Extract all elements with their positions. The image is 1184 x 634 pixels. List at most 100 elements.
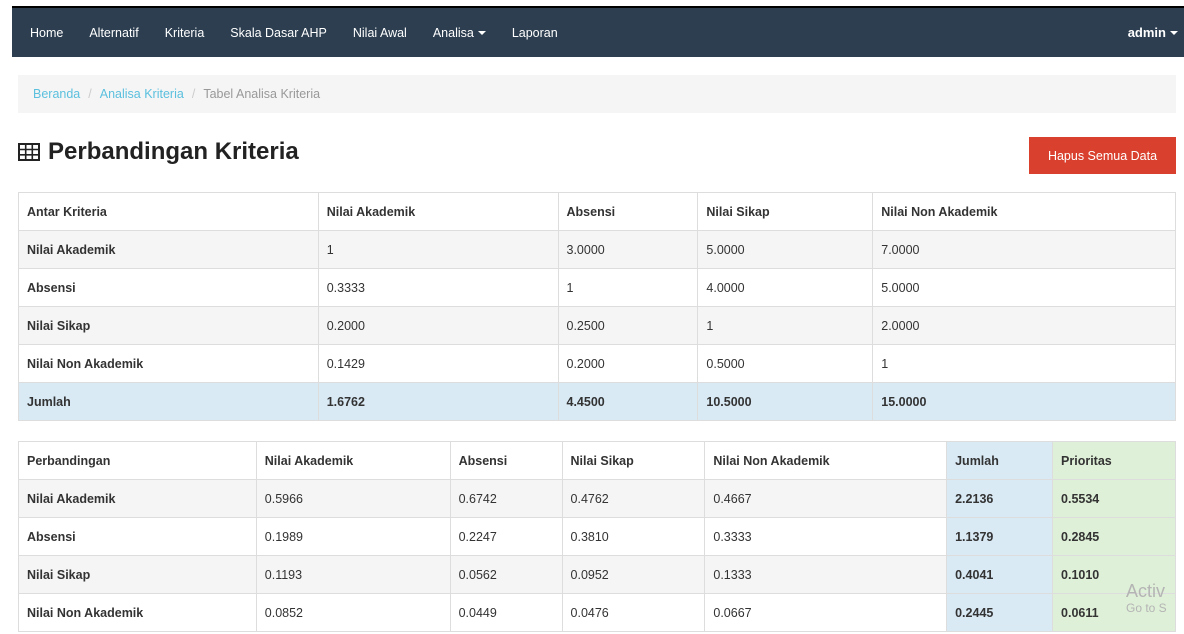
nav-skala-dasar-ahp[interactable]: Skala Dasar AHP	[217, 26, 340, 40]
breadcrumb-analisa-kriteria[interactable]: Analisa Kriteria	[100, 87, 184, 101]
total-cell: 1.6762	[317, 382, 559, 421]
nav-analisa-label: Analisa	[432, 25, 474, 40]
table-row: Nilai Sikap 0.1193 0.0562 0.0952 0.1333 …	[18, 555, 1176, 594]
table-cell: 0.2000	[317, 306, 559, 345]
table-header: Nilai Akademik	[255, 441, 451, 480]
nav-nilai-awal[interactable]: Nilai Awal	[340, 26, 420, 40]
breadcrumb: Beranda / Analisa Kriteria / Tabel Anali…	[18, 75, 1176, 113]
jumlah-cell: 0.2445	[946, 593, 1054, 632]
watermark-line1: Activ	[1126, 581, 1166, 601]
total-cell: 4.4500	[557, 382, 699, 421]
row-label: Nilai Non Akademik	[18, 593, 257, 632]
activate-windows-watermark: Activ Go to S	[1126, 581, 1167, 615]
table-cell: 7.0000	[872, 230, 1176, 269]
table-cell: 1	[697, 306, 874, 345]
table-cell: 1	[557, 268, 699, 307]
row-label: Nilai Sikap	[18, 306, 319, 345]
jumlah-cell: 1.1379	[946, 517, 1054, 556]
table-row: Nilai Akademik 1 3.0000 5.0000 7.0000	[18, 230, 1176, 269]
caret-down-icon	[477, 31, 486, 36]
table-header: Nilai Non Akademik	[704, 441, 948, 480]
table-cell: 0.6742	[449, 479, 563, 518]
table-cell: 0.2000	[557, 344, 699, 383]
table-cell: 0.1333	[704, 555, 948, 594]
page-title-text: Perbandingan Kriteria	[48, 138, 299, 165]
nav-analisa-dropdown[interactable]: Analisa	[420, 26, 499, 40]
breadcrumb-separator: /	[191, 87, 196, 101]
table-header: Nilai Non Akademik	[872, 192, 1176, 231]
total-row: Jumlah 1.6762 4.4500 10.5000 15.0000	[18, 382, 1176, 421]
table-cell: 0.2500	[557, 306, 699, 345]
row-label: Nilai Non Akademik	[18, 344, 319, 383]
table-cell: 0.0852	[255, 593, 451, 632]
row-label: Jumlah	[18, 382, 319, 421]
caret-down-icon	[1170, 30, 1178, 35]
table-header-row: Perbandingan Nilai Akademik Absensi Nila…	[18, 441, 1176, 480]
table-row: Absensi 0.3333 1 4.0000 5.0000	[18, 268, 1176, 307]
table-cell: 0.2247	[449, 517, 563, 556]
table-cell: 1	[317, 230, 559, 269]
table-cell: 0.5966	[255, 479, 451, 518]
table-row: Nilai Non Akademik 0.1429 0.2000 0.5000 …	[18, 344, 1176, 383]
row-label: Absensi	[18, 517, 257, 556]
breadcrumb-current: Tabel Analisa Kriteria	[203, 87, 321, 101]
row-label: Nilai Sikap	[18, 555, 257, 594]
user-menu[interactable]: admin	[1128, 8, 1178, 57]
nav-kriteria[interactable]: Kriteria	[152, 26, 218, 40]
table-header: Nilai Sikap	[697, 192, 874, 231]
breadcrumb-separator: /	[88, 87, 92, 101]
table-icon	[18, 143, 40, 161]
table-cell: 1	[872, 344, 1176, 383]
table-cell: 0.4667	[704, 479, 948, 518]
nav-home[interactable]: Home	[12, 26, 76, 40]
table-cell: 0.0476	[561, 593, 706, 632]
table-header: Absensi	[449, 441, 563, 480]
table-cell: 2.0000	[872, 306, 1176, 345]
row-label: Nilai Akademik	[18, 479, 257, 518]
table-cell: 0.0952	[561, 555, 706, 594]
table-header: Nilai Akademik	[317, 192, 559, 231]
prioritas-cell: 0.5534	[1052, 479, 1176, 518]
table-header: Antar Kriteria	[18, 192, 319, 231]
table-cell: 0.0667	[704, 593, 948, 632]
nav-alternatif[interactable]: Alternatif	[76, 26, 151, 40]
table-cell: 5.0000	[872, 268, 1176, 307]
table-row: Nilai Non Akademik 0.0852 0.0449 0.0476 …	[18, 593, 1176, 632]
table-header: Nilai Sikap	[561, 441, 706, 480]
table-cell: 0.0449	[449, 593, 563, 632]
jumlah-cell: 2.2136	[946, 479, 1054, 518]
table-row: Absensi 0.1989 0.2247 0.3810 0.3333 1.13…	[18, 517, 1176, 556]
watermark-line2: Go to S	[1126, 600, 1167, 615]
criteria-comparison-table: Antar Kriteria Nilai Akademik Absensi Ni…	[18, 192, 1176, 421]
prioritas-cell: 0.2845	[1052, 517, 1176, 556]
normalized-priority-table: Perbandingan Nilai Akademik Absensi Nila…	[18, 441, 1176, 632]
table-cell: 0.3333	[317, 268, 559, 307]
user-name: admin	[1127, 25, 1166, 40]
table-cell: 0.4762	[561, 479, 706, 518]
table-cell: 0.1193	[255, 555, 451, 594]
page-title: Perbandingan Kriteria	[18, 138, 299, 166]
table-cell: 0.0562	[449, 555, 563, 594]
table-cell: 3.0000	[557, 230, 699, 269]
top-navbar: Home Alternatif Kriteria Skala Dasar AHP…	[12, 6, 1184, 57]
delete-all-button[interactable]: Hapus Semua Data	[1029, 137, 1176, 174]
table-header: Absensi	[557, 192, 699, 231]
table-header-row: Antar Kriteria Nilai Akademik Absensi Ni…	[18, 192, 1176, 231]
row-label: Nilai Akademik	[18, 230, 319, 269]
table-row: Nilai Akademik 0.5966 0.6742 0.4762 0.46…	[18, 479, 1176, 518]
table-cell: 0.3810	[561, 517, 706, 556]
table-cell: 0.5000	[697, 344, 874, 383]
nav-laporan[interactable]: Laporan	[499, 26, 571, 40]
table-header-prioritas: Prioritas	[1052, 441, 1176, 480]
table-row: Nilai Sikap 0.2000 0.2500 1 2.0000	[18, 306, 1176, 345]
total-cell: 15.0000	[872, 382, 1176, 421]
table-header-jumlah: Jumlah	[946, 441, 1054, 480]
table-cell: 4.0000	[697, 268, 874, 307]
table-header: Perbandingan	[18, 441, 257, 480]
total-cell: 10.5000	[697, 382, 874, 421]
breadcrumb-home[interactable]: Beranda	[33, 87, 80, 101]
table-cell: 0.1429	[317, 344, 559, 383]
table-cell: 0.3333	[704, 517, 948, 556]
row-label: Absensi	[18, 268, 319, 307]
table-cell: 5.0000	[697, 230, 874, 269]
